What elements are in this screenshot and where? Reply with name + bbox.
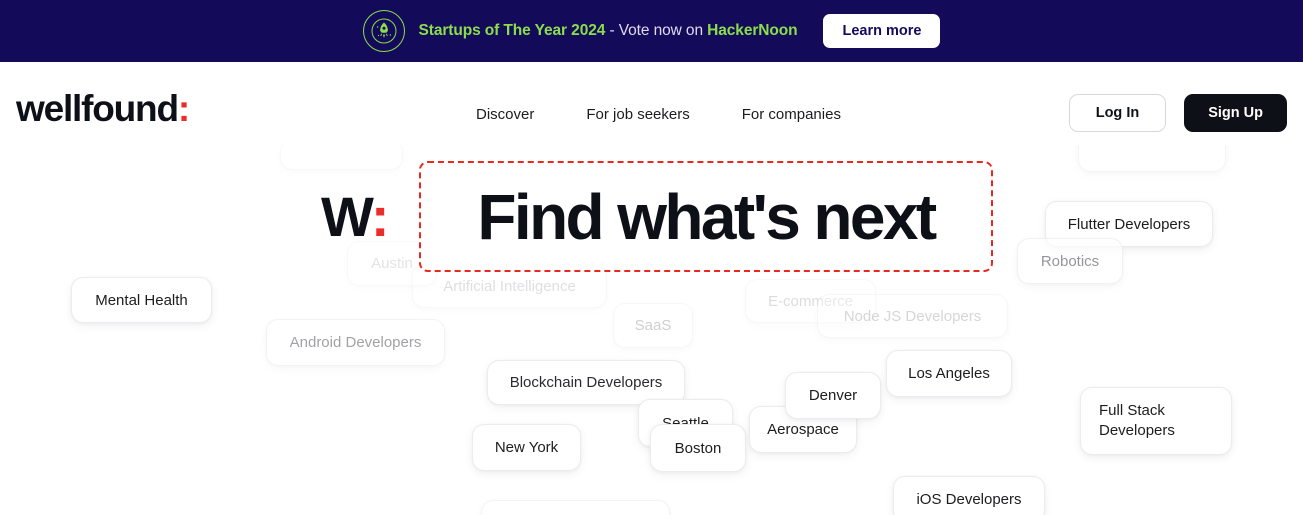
tag-pill-label: iOS Developers [916, 491, 1022, 508]
tag-pill-label: New York [494, 439, 559, 456]
tag-pill-label: Denver [808, 387, 858, 404]
nav-item-for-job-seekers[interactable]: For job seekers [586, 106, 689, 123]
promo-brand: HackerNoon [707, 22, 798, 39]
tag-pill-los-angeles[interactable]: Los Angeles [886, 350, 1012, 397]
tag-pill-label: Artificial Intelligence [443, 277, 576, 295]
wordmark-w: W [321, 185, 373, 248]
tag-pill-denver[interactable]: Denver [785, 372, 881, 419]
headline-annotation-box: Find what's next [419, 161, 993, 272]
wellfound-logo[interactable]: wellfound: [16, 88, 190, 129]
tag-pill-label: Austin [371, 255, 413, 272]
tag-pill-label: Robotics [1040, 252, 1100, 270]
log-in-button[interactable]: Log In [1068, 94, 1167, 132]
tag-pill-android-developers[interactable]: Android Developers [266, 319, 445, 366]
tag-pill-node-js-developers[interactable]: Node JS Developers [817, 294, 1008, 338]
promo-mid: - Vote now on [605, 22, 708, 39]
tag-pill-boston[interactable]: Boston [650, 424, 746, 472]
tag-pill-ios-developers[interactable]: iOS Developers [893, 476, 1045, 515]
tag-pill-robotics[interactable]: Robotics [1017, 238, 1123, 284]
clipped-pill-bottom [481, 500, 670, 515]
tag-pill-saas[interactable]: SaaS [613, 303, 693, 348]
logo-text: wellfound [16, 88, 179, 129]
tag-pill-full-stack-developers[interactable]: Full Stack Developers [1080, 387, 1232, 455]
tag-pill-label: Blockchain Developers [509, 374, 663, 391]
tag-pill-label: Developers [1099, 422, 1175, 439]
promo-banner: Startups of The Year 2024 - Vote now on … [0, 0, 1303, 62]
logo-colon-icon: : [177, 88, 190, 129]
promo-banner-text: Startups of The Year 2024 - Vote now on … [419, 22, 798, 40]
wellfound-wordmark: W: [321, 189, 389, 245]
tag-pill-mental-health[interactable]: Mental Health [71, 277, 212, 323]
wordmark-colon-icon: : [370, 185, 390, 248]
tag-pill-label: Node JS Developers [843, 307, 982, 325]
tag-pill-label: Boston [674, 439, 722, 457]
tag-pill-label: Flutter Developers [1067, 215, 1191, 233]
page-title: Find what's next [477, 180, 937, 253]
auth-actions: Log In Sign Up [1068, 94, 1287, 132]
tag-pill-new-york[interactable]: New York [472, 424, 581, 471]
tag-pill-label: Android Developers [289, 334, 422, 351]
main-nav: Discover For job seekers For companies [476, 106, 841, 123]
sign-up-button[interactable]: Sign Up [1184, 94, 1287, 132]
tag-pill-label: Full Stack [1099, 401, 1165, 419]
tag-pill-label: SaaS [634, 317, 672, 334]
nav-item-for-companies[interactable]: For companies [742, 106, 841, 123]
rocket-icon [362, 10, 405, 52]
learn-more-button[interactable]: Learn more [823, 14, 941, 48]
tag-pill-label: Mental Health [95, 291, 188, 309]
tag-pill-label: Aerospace [767, 421, 839, 438]
nav-item-discover[interactable]: Discover [476, 106, 534, 123]
page-root: Startups of The Year 2024 - Vote now on … [0, 0, 1303, 515]
tag-pill-label: Los Angeles [908, 365, 990, 382]
promo-title: Startups of The Year 2024 [418, 22, 606, 39]
